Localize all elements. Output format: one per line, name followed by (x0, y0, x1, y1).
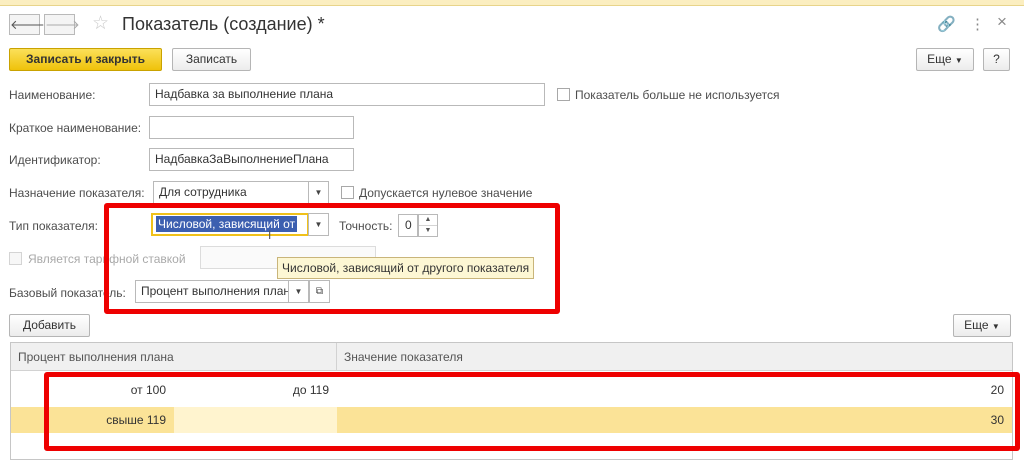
save-button[interactable]: Записать (172, 48, 251, 71)
column-header-value[interactable]: Значение показателя (337, 343, 1012, 371)
table-more-button[interactable]: Еще ▼ (953, 314, 1011, 337)
not-used-checkbox[interactable] (557, 88, 570, 101)
forward-button[interactable]: 🡒 (44, 14, 80, 35)
not-used-label: Показатель больше не используется (575, 88, 780, 102)
save-and-close-button[interactable]: Записать и закрыть (9, 48, 162, 71)
forward-arrow-icon: 🡒 (45, 17, 80, 32)
table-more-label: Еще (964, 318, 989, 332)
top-accent-line (0, 0, 1024, 6)
add-button[interactable]: Добавить (9, 314, 90, 337)
zero-allowed-checkbox[interactable] (341, 186, 354, 199)
favorite-star-icon[interactable]: ☆ (92, 12, 109, 35)
chevron-down-icon: ▼ (954, 56, 963, 65)
identifier-input[interactable]: НадбавкаЗаВыполнениеПлана (149, 148, 354, 171)
zero-allowed-label: Допускается нулевое значение (359, 186, 533, 200)
purpose-dropdown-button[interactable]: ▼ (308, 181, 329, 204)
link-icon[interactable]: 🔗 (937, 15, 956, 33)
type-label: Тип показателя: (9, 219, 98, 233)
highlight-box-table (44, 372, 1020, 451)
chevron-down-icon: ▼ (314, 188, 323, 197)
chevron-down-icon: ▼ (991, 322, 1000, 331)
more-menu-icon[interactable]: ⋮ (970, 15, 985, 33)
more-label: Еще (927, 52, 952, 66)
help-button[interactable]: ? (983, 48, 1010, 71)
more-button[interactable]: Еще ▼ (916, 48, 974, 71)
back-button[interactable]: 🡐 (9, 14, 45, 35)
purpose-select[interactable]: Для сотрудника (153, 181, 309, 204)
purpose-label: Назначение показателя: (9, 186, 145, 200)
tariff-checkbox[interactable] (9, 252, 22, 265)
identifier-label: Идентификатор: (9, 153, 101, 167)
highlight-box-type (104, 203, 560, 314)
close-icon[interactable]: × (997, 12, 1007, 32)
name-input[interactable]: Надбавка за выполнение плана (149, 83, 545, 106)
column-header-percent[interactable]: Процент выполнения плана (11, 343, 337, 371)
short-name-input[interactable] (149, 116, 354, 139)
back-arrow-icon: 🡐 (10, 17, 45, 32)
name-label: Наименование: (9, 88, 96, 102)
page-title: Показатель (создание) * (122, 14, 325, 34)
short-name-label: Краткое наименование: (9, 121, 142, 135)
